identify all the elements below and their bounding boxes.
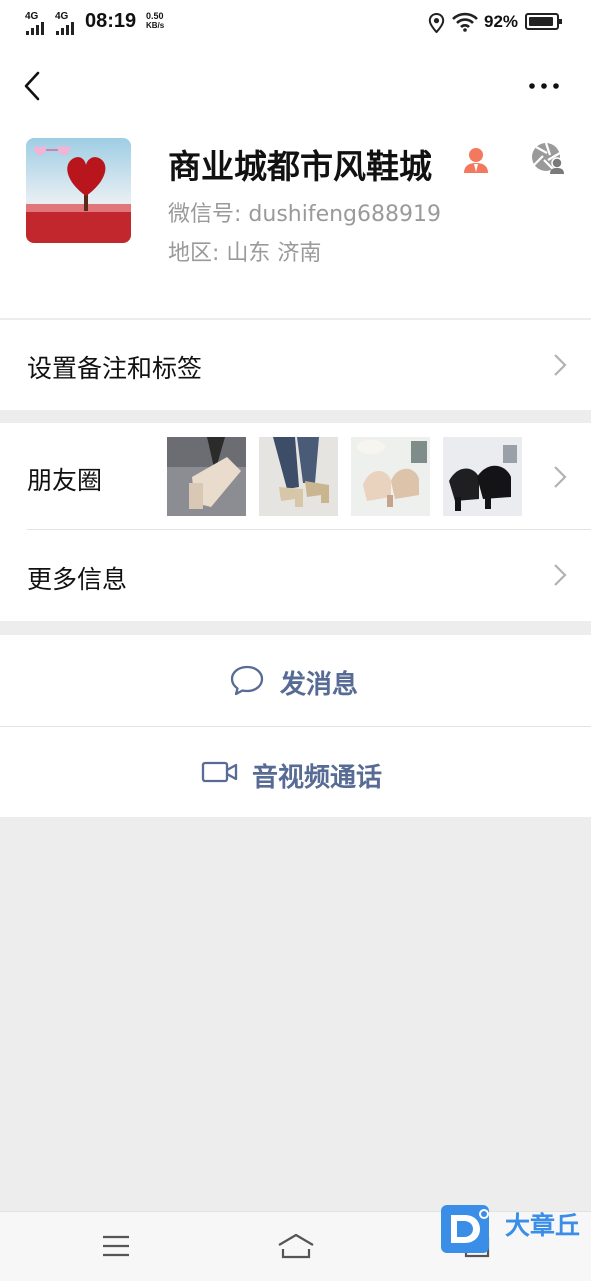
chat-bubble-icon [230, 665, 264, 696]
actions-section: 发消息 音视频通话 [0, 635, 591, 817]
network-type-1: 4G [25, 11, 39, 22]
network-speed: 0.50 KB/s [146, 11, 164, 31]
video-call-button[interactable]: 音视频通话 [0, 727, 591, 817]
moments-photo [351, 437, 430, 516]
remark-tags-row[interactable]: 设置备注和标签 [0, 319, 591, 410]
more-info-row[interactable]: 更多信息 [0, 530, 591, 621]
moments-label: 朋友圈 [27, 466, 103, 495]
location-icon [428, 13, 445, 33]
more-options-icon[interactable] [527, 80, 561, 92]
moments-section: 朋友圈 更多信息 [0, 423, 591, 621]
remark-tags-label: 设置备注和标签 [27, 354, 203, 383]
moments-row[interactable]: 朋友圈 [0, 423, 591, 529]
more-info-label: 更多信息 [27, 565, 128, 594]
back-button[interactable] [22, 70, 42, 102]
wifi-icon [452, 12, 478, 32]
moments-photo [259, 437, 338, 516]
video-camera-icon [201, 761, 238, 783]
video-call-label: 音视频通话 [252, 763, 383, 793]
battery-icon [525, 13, 562, 30]
status-bar: 4G 4G 08:19 0.50 KB/s 92% [0, 0, 591, 46]
menu-icon[interactable] [101, 1234, 131, 1258]
system-nav-bar [0, 1211, 591, 1281]
speed-unit: KB/s [146, 21, 165, 30]
speed-value: 0.50 [146, 11, 164, 21]
send-message-label: 发消息 [280, 670, 359, 700]
moments-photo [167, 437, 246, 516]
wechat-id: 微信号: dushifeng688919 [168, 202, 442, 227]
moments-photo [443, 437, 522, 516]
battery-percent: 92% [484, 12, 519, 31]
chevron-right-icon [554, 466, 567, 488]
chevron-right-icon [554, 354, 567, 376]
chevron-right-icon [554, 564, 567, 586]
owner-badge-icon [464, 148, 488, 173]
avatar[interactable] [26, 138, 131, 243]
network-type-2: 4G [55, 11, 69, 22]
home-icon[interactable] [276, 1232, 316, 1260]
avatar-shutter-icon[interactable] [531, 141, 565, 175]
profile-name: 商业城都市风鞋城 [168, 147, 432, 186]
clock: 08:19 [85, 10, 137, 32]
watermark-logo-icon [441, 1205, 489, 1253]
send-message-button[interactable]: 发消息 [0, 635, 591, 726]
watermark-text: 大章丘 [505, 1211, 581, 1240]
region: 地区: 山东 济南 [168, 241, 322, 266]
